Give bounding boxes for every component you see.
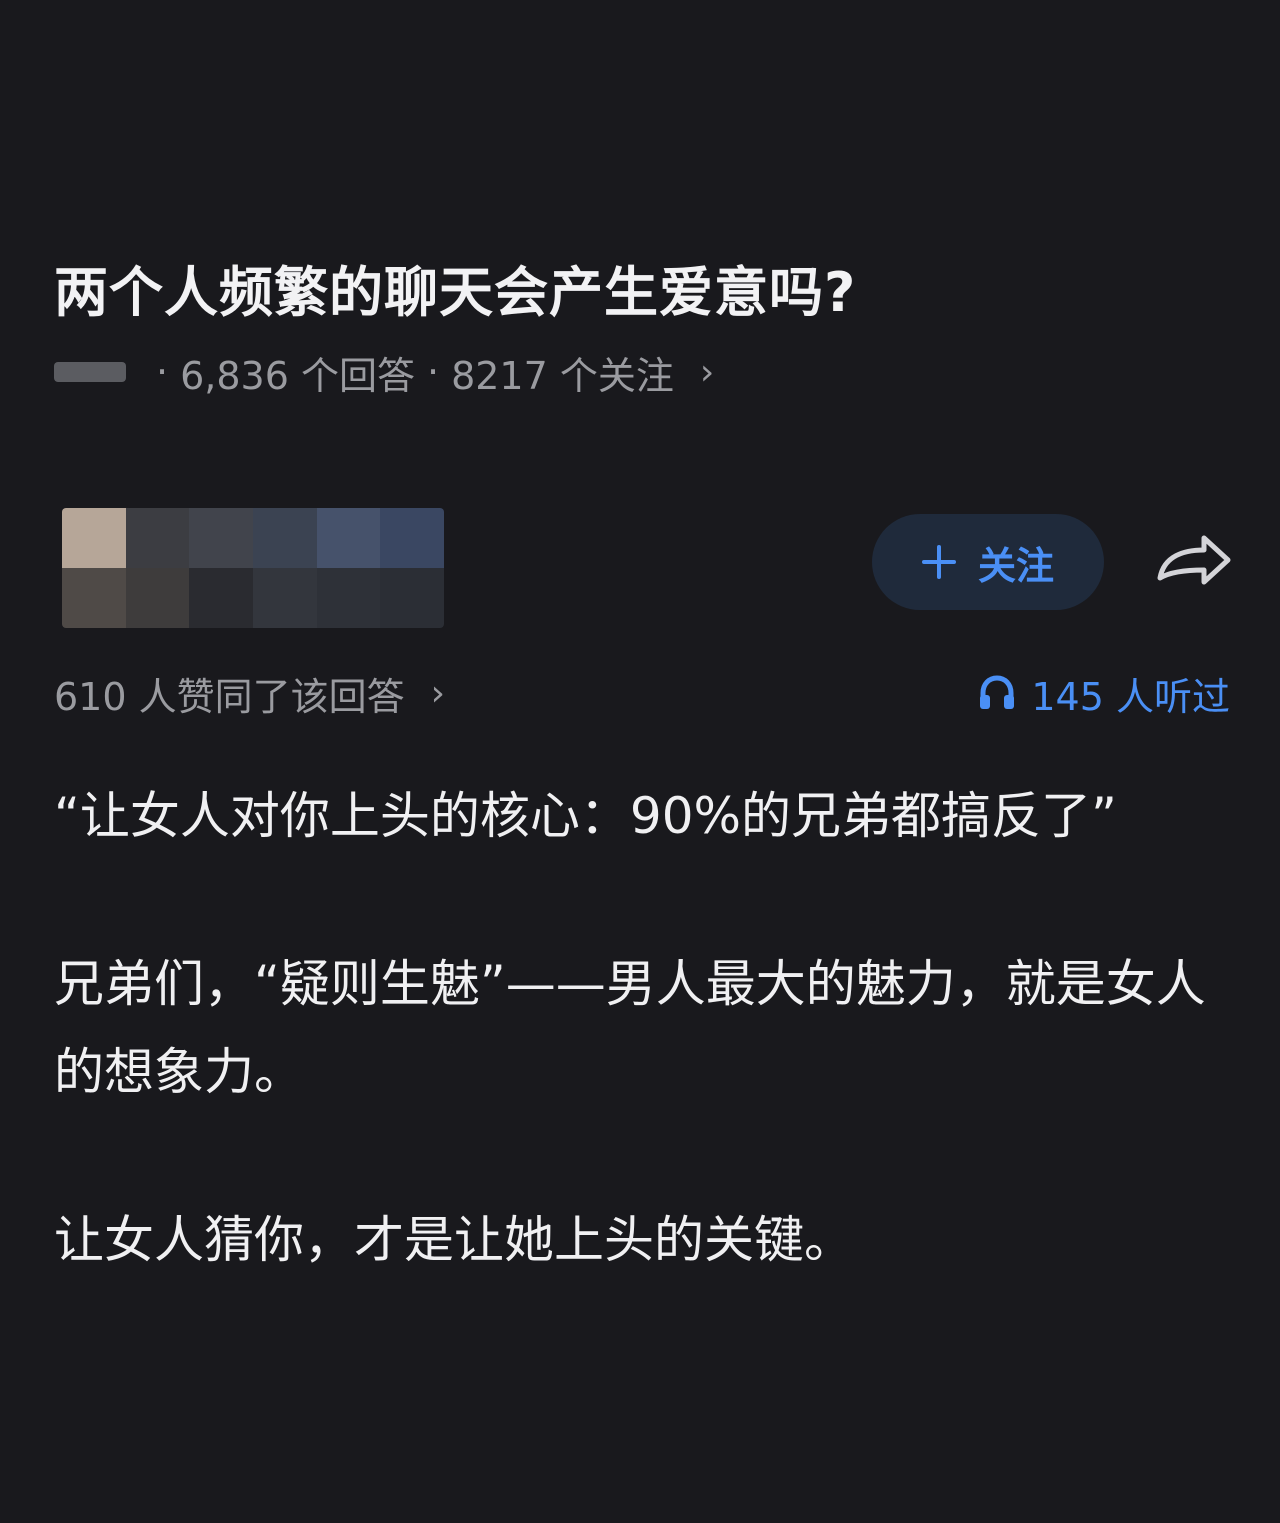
answer-paragraph: 让女人猜你，才是让她上头的关键。 [54, 1211, 854, 1269]
headphone-icon [980, 675, 1015, 709]
question-title[interactable]: 两个人频繁的聊天会产生爱意吗? [54, 248, 856, 327]
question-meta[interactable]: · 6,836 个回答 · 8217 个关注 › [54, 348, 715, 398]
plus-icon [921, 545, 956, 579]
answer-paragraph: 兄弟们，“疑则生魅”——男人最大的魅力，就是女人的想象力。 [54, 955, 1206, 1101]
answer-body[interactable]: “让女人对你上头的核心：90%的兄弟都搞反了” 兄弟们，“疑则生魅”——男人最大… [54, 772, 1224, 1364]
upvote-info[interactable]: 610 人赞同了该回答 › [54, 668, 446, 719]
follow-button[interactable]: 关注 [872, 514, 1104, 610]
answer-paragraph: “让女人对你上头的核心：90%的兄弟都搞反了” [54, 787, 1117, 845]
meta-separator: · [426, 350, 440, 394]
followers-count: 8217 个关注 [451, 353, 674, 398]
upvote-text: 610 人赞同了该回答 [54, 674, 405, 719]
follow-label: 关注 [977, 543, 1054, 588]
listen-text: 145 人听过 [1031, 674, 1230, 719]
answers-count: 6,836 个回答 [180, 353, 415, 398]
chevron-right-icon: › [430, 672, 446, 714]
share-arrow-icon[interactable] [1150, 526, 1236, 596]
listen-info[interactable]: 145 人听过 [977, 668, 1230, 719]
chevron-right-icon: › [699, 351, 715, 393]
blurred-topic [54, 362, 126, 382]
author-info-blurred[interactable] [62, 508, 444, 628]
meta-separator: · [156, 350, 169, 394]
